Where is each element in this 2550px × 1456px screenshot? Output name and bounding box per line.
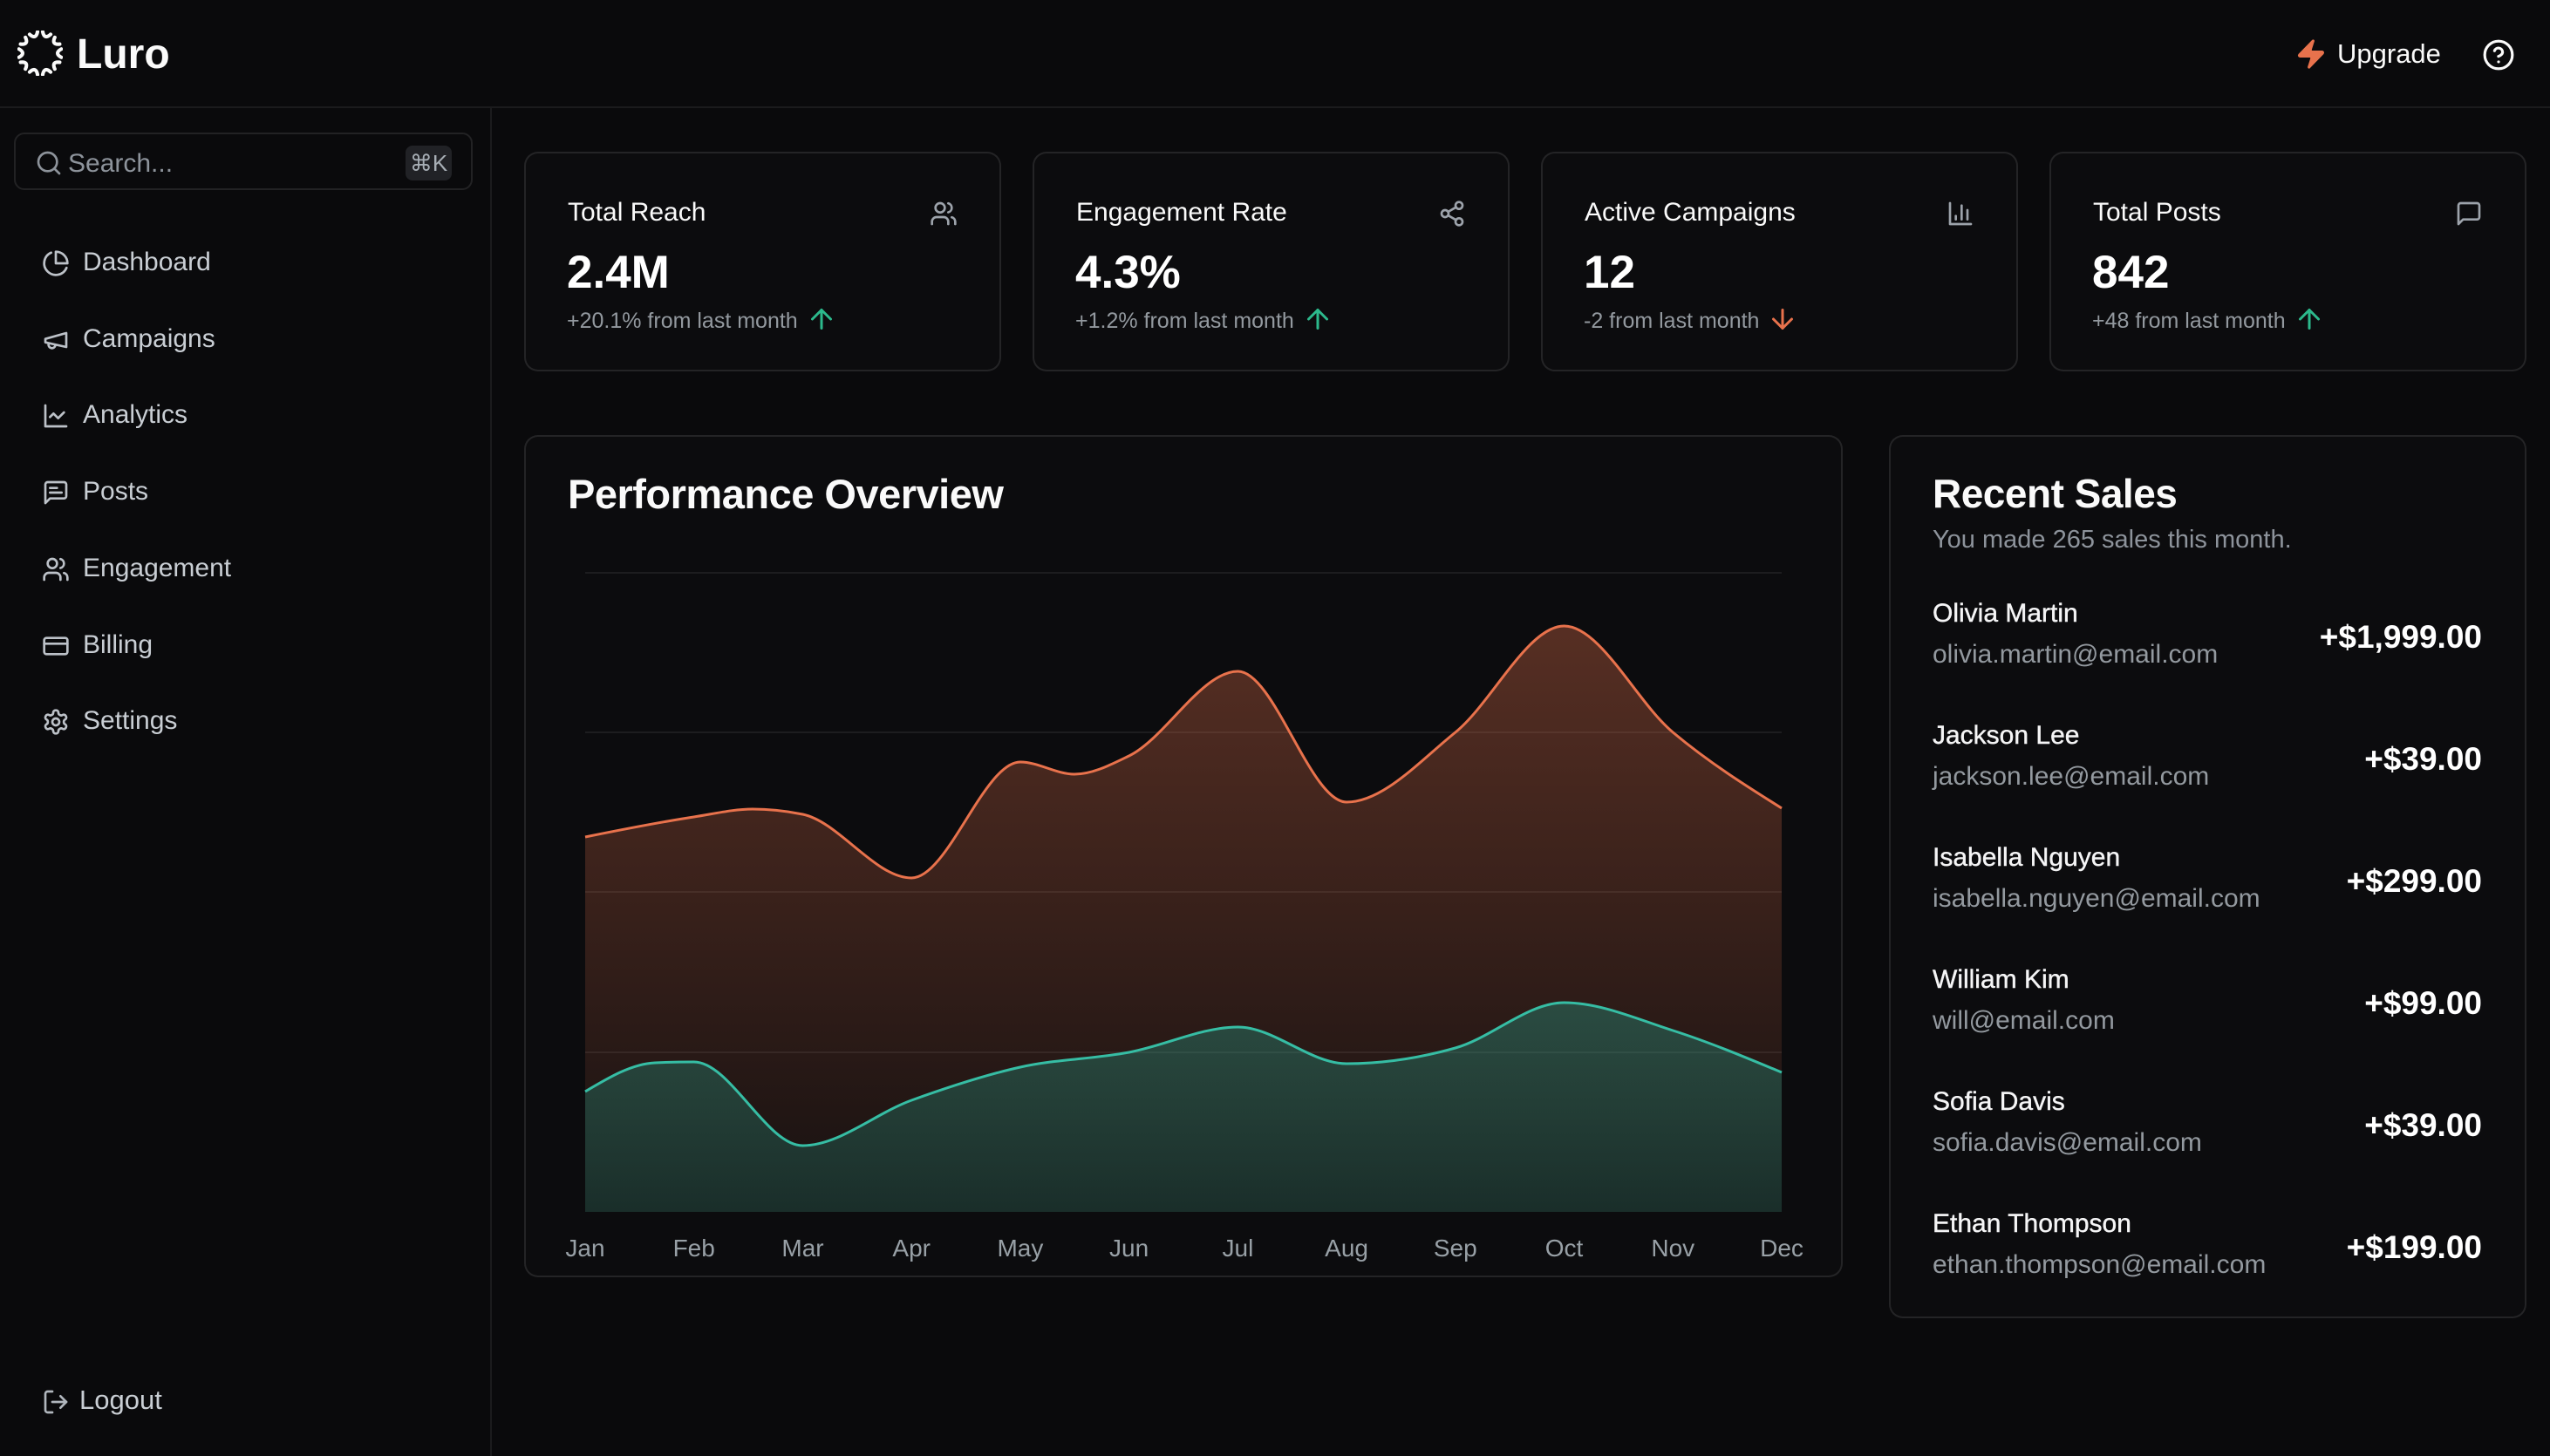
svg-text:Nov: Nov <box>1651 1235 1694 1262</box>
svg-text:Mar: Mar <box>781 1235 823 1262</box>
svg-text:Jul: Jul <box>1223 1235 1254 1262</box>
svg-text:Sep: Sep <box>1434 1235 1477 1262</box>
svg-text:Aug: Aug <box>1325 1235 1368 1262</box>
svg-text:Oct: Oct <box>1545 1235 1584 1262</box>
svg-text:Jun: Jun <box>1109 1235 1149 1262</box>
svg-text:Apr: Apr <box>892 1235 931 1262</box>
svg-text:Dec: Dec <box>1760 1235 1803 1262</box>
svg-text:Feb: Feb <box>673 1235 715 1262</box>
svg-text:May: May <box>997 1235 1043 1262</box>
svg-text:Jan: Jan <box>565 1235 604 1262</box>
